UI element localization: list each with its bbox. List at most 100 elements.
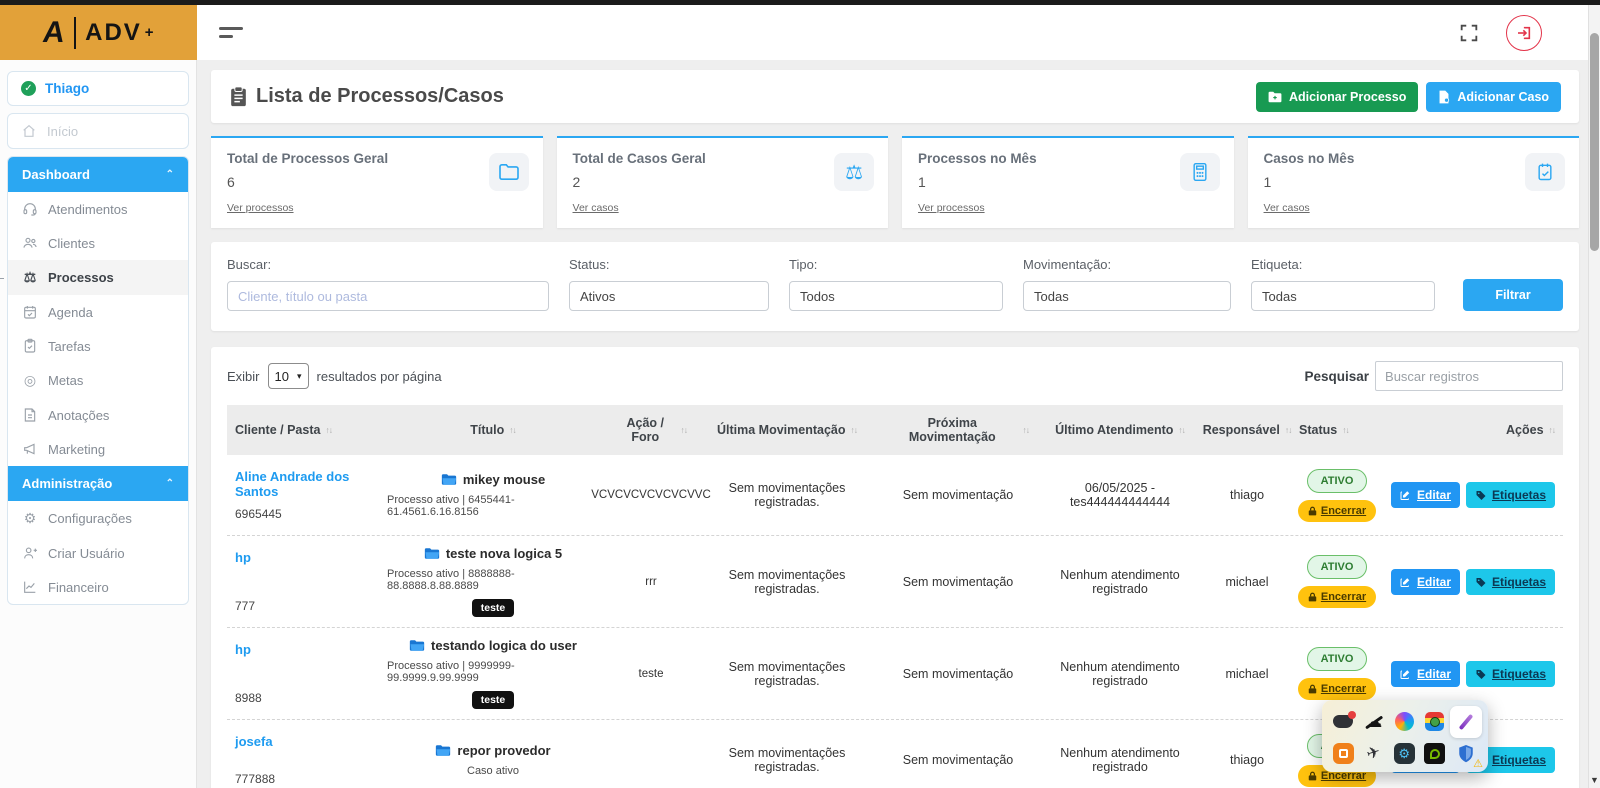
col-responsavel[interactable]: Responsável↑↓	[1203, 405, 1291, 455]
tree-dash	[0, 278, 4, 279]
col-ultima-movimentacao[interactable]: Última Movimentação↑↓	[695, 405, 879, 455]
col-status[interactable]: Status↑↓	[1291, 405, 1383, 455]
stat-link[interactable]: Ver casos	[1264, 202, 1310, 214]
copilot-icon[interactable]	[1391, 709, 1417, 735]
etiqueta-tag: teste	[472, 691, 515, 709]
sidebar-item-tarefas[interactable]: Tarefas	[8, 329, 188, 363]
client-link[interactable]: hp	[235, 550, 251, 565]
sidebar-item-clientes[interactable]: Clientes	[8, 226, 188, 260]
status-badge: ATIVO	[1307, 469, 1368, 493]
sidebar-toggle-icon[interactable]	[219, 27, 243, 38]
col-titulo[interactable]: Título↑↓	[379, 405, 607, 455]
sidebar-user[interactable]: ✓ Thiago	[7, 71, 189, 106]
sidebar-item-inicio[interactable]: Início	[7, 113, 189, 149]
client-link[interactable]: Aline Andrade dos Santos	[235, 469, 371, 499]
encerrar-button[interactable]: Encerrar	[1298, 500, 1376, 522]
etiqueta-select[interactable]: Todas	[1251, 281, 1435, 311]
sidebar-item-processos[interactable]: ⚖ Processos	[8, 260, 188, 295]
pesquisar-label: Pesquisar	[1304, 369, 1369, 384]
buscar-input[interactable]	[227, 281, 549, 311]
add-caso-button[interactable]: Adicionar Caso	[1426, 82, 1561, 112]
etiquetas-button[interactable]: Etiquetas	[1466, 482, 1555, 508]
stat-value: 6	[227, 174, 527, 190]
sidebar-section-dashboard[interactable]: Dashboard ⌃	[8, 157, 188, 192]
movimentacao-label: Movimentação:	[1023, 257, 1231, 272]
sort-icon: ↑↓	[1178, 425, 1185, 435]
col-ultimo-atendimento[interactable]: Último Atendimento↑↓	[1037, 405, 1203, 455]
col-cliente-pasta[interactable]: Cliente / Pasta↑↓	[227, 405, 379, 455]
ultimo-atendimento-cell: 06/05/2025 - tes444444444444	[1037, 455, 1203, 535]
discord-icon[interactable]	[1330, 709, 1356, 735]
page-scrollbar[interactable]: ▼	[1588, 5, 1600, 788]
movimentacao-select[interactable]: Todas	[1023, 281, 1231, 311]
etiquetas-button[interactable]: Etiquetas	[1466, 569, 1555, 595]
logout-icon[interactable]	[1506, 15, 1542, 51]
encerrar-button[interactable]: Encerrar	[1298, 678, 1376, 700]
feather-pen-icon[interactable]	[1450, 706, 1482, 738]
tag-icon	[1475, 489, 1487, 501]
client-link[interactable]: josefa	[235, 734, 273, 749]
sidebar: ✓ Thiago Início Dashboard ⌃ Atendimentos…	[0, 60, 197, 788]
encerrar-button[interactable]: Encerrar	[1298, 586, 1376, 608]
stat-link[interactable]: Ver processos	[227, 202, 294, 214]
stat-title: Casos no Mês	[1264, 151, 1564, 166]
pesquisar-input[interactable]	[1375, 361, 1563, 391]
filtrar-button[interactable]: Filtrar	[1463, 279, 1563, 311]
sidebar-menu: Dashboard ⌃ Atendimentos Clientes ⚖ Proc…	[7, 156, 189, 605]
calendar-check-icon	[1525, 153, 1565, 191]
status-select[interactable]: Ativos	[569, 281, 769, 311]
add-processo-button[interactable]: Adicionar Processo	[1256, 82, 1418, 112]
col-acoes[interactable]: Ações↑↓	[1383, 405, 1563, 455]
editar-button[interactable]: Editar	[1391, 569, 1460, 595]
col-acao-foro[interactable]: Ação / Foro↑↓	[607, 405, 695, 455]
sidebar-item-anotacoes[interactable]: Anotações	[8, 398, 188, 432]
page-size-select[interactable]: 10 ▾	[268, 363, 309, 389]
fullscreen-icon[interactable]	[1458, 22, 1480, 44]
bluestacks-icon[interactable]	[1422, 709, 1448, 735]
table-row: hp 777 teste nova logica 5 Processo ativ…	[227, 536, 1563, 628]
main-content: Lista de Processos/Casos Adicionar Proce…	[197, 60, 1600, 788]
stat-total-processos: Total de Processos Geral 6 Ver processos	[211, 136, 543, 228]
xampp-icon[interactable]	[1330, 741, 1356, 767]
top-header: A ADV +	[0, 5, 1600, 60]
nvidia-icon[interactable]	[1422, 741, 1448, 767]
brand-logo[interactable]: A ADV +	[0, 5, 197, 60]
sidebar-item-label: Anotações	[48, 408, 109, 423]
tipo-select[interactable]: Todos	[789, 281, 1003, 311]
sidebar-item-metas[interactable]: ◎ Metas	[8, 363, 188, 398]
stat-title: Processos no Mês	[918, 151, 1218, 166]
shield-warning-icon[interactable]: ⚠	[1453, 741, 1479, 767]
status-label: Status:	[569, 257, 769, 272]
sidebar-item-label: Metas	[48, 373, 83, 388]
process-title: repor provedor	[435, 743, 550, 758]
sidebar-item-financeiro[interactable]: Financeiro	[8, 570, 188, 604]
cloud-blocked-icon[interactable]: ☁	[1361, 709, 1387, 735]
col-proxima-movimentacao[interactable]: Próxima Movimentação↑↓	[879, 405, 1037, 455]
section-label: Administração	[22, 476, 112, 491]
scrollbar-thumb[interactable]	[1590, 33, 1599, 251]
sidebar-item-atendimentos[interactable]: Atendimentos	[8, 192, 188, 226]
sidebar-item-configuracoes[interactable]: ⚙ Configurações	[8, 501, 188, 536]
status-badge: ATIVO	[1307, 647, 1368, 671]
editar-button[interactable]: Editar	[1391, 482, 1460, 508]
scroll-down-arrow-icon[interactable]: ▼	[1589, 775, 1600, 785]
folder-icon	[435, 744, 451, 757]
sidebar-item-label: Atendimentos	[48, 202, 128, 217]
sidebar-section-administracao[interactable]: Administração ⌃	[8, 466, 188, 501]
etiquetas-button[interactable]: Etiquetas	[1466, 661, 1555, 687]
sidebar-item-criar-usuario[interactable]: Criar Usuário	[8, 536, 188, 570]
settings-gear-icon[interactable]: ⚙	[1391, 741, 1417, 767]
ultimo-atendimento-cell: Nenhum atendimento registrado	[1037, 536, 1203, 627]
stat-link[interactable]: Ver casos	[573, 202, 619, 214]
paper-plane-icon[interactable]: ✈	[1361, 741, 1387, 767]
sidebar-item-agenda[interactable]: Agenda	[8, 295, 188, 329]
folder-icon	[424, 547, 440, 560]
sidebar-item-marketing[interactable]: Marketing	[8, 432, 188, 466]
folder-icon	[489, 153, 529, 191]
stat-link[interactable]: Ver processos	[918, 202, 985, 214]
folder-icon	[441, 473, 457, 486]
file-icon	[1438, 90, 1450, 104]
client-link[interactable]: hp	[235, 642, 251, 657]
editar-button[interactable]: Editar	[1391, 661, 1460, 687]
page-title-bar: Lista de Processos/Casos Adicionar Proce…	[211, 70, 1579, 123]
